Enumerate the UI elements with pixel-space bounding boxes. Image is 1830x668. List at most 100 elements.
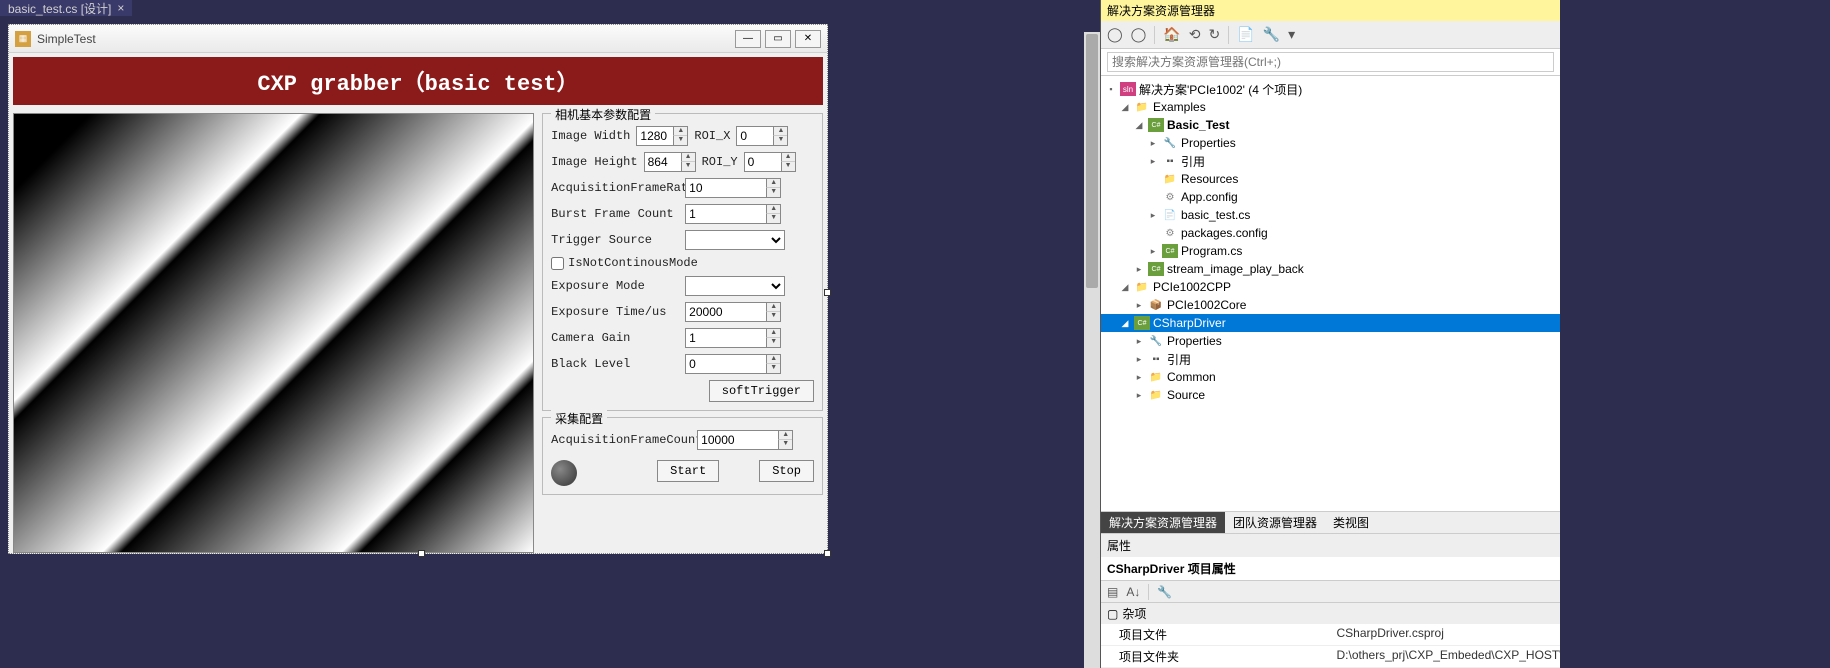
categorize-icon[interactable]: ▤ <box>1107 585 1118 599</box>
input-image-width[interactable] <box>637 129 673 143</box>
spinner-image-width[interactable]: ▲▼ <box>636 126 688 146</box>
home-icon[interactable]: 🏠 <box>1163 26 1180 43</box>
spinner-exposure-time[interactable]: ▲▼ <box>685 302 781 322</box>
tree-solution-root[interactable]: ▪sln解决方案'PCIe1002' (4 个项目) <box>1101 80 1560 98</box>
spin-down-icon[interactable]: ▼ <box>681 162 695 171</box>
tree-folder-examples[interactable]: ◢📁Examples <box>1101 98 1560 116</box>
minimize-button[interactable]: — <box>735 30 761 48</box>
input-burst[interactable] <box>686 207 766 221</box>
tree-project-pcie-core[interactable]: ▸📦PCIe1002Core <box>1101 296 1560 314</box>
properties-icon[interactable]: 🔧 <box>1263 26 1280 43</box>
spinner-roi-y[interactable]: ▲▼ <box>744 152 796 172</box>
spin-up-icon[interactable]: ▲ <box>766 205 780 214</box>
refresh-icon[interactable]: ↻ <box>1209 26 1221 43</box>
spinner-acq-framerate[interactable]: ▲▼ <box>685 178 781 198</box>
forward-icon[interactable]: ◯ <box>1131 26 1147 43</box>
spin-down-icon[interactable]: ▼ <box>778 440 792 449</box>
resize-handle[interactable] <box>824 550 831 557</box>
combo-exposure-mode[interactable] <box>685 276 785 296</box>
tree-file-app-config[interactable]: ⚙App.config <box>1101 188 1560 206</box>
tree-file-packages-config[interactable]: ⚙packages.config <box>1101 224 1560 242</box>
input-roi-y[interactable] <box>745 155 781 169</box>
spinner-camera-gain[interactable]: ▲▼ <box>685 328 781 348</box>
tree-file-program-cs[interactable]: ▸C#Program.cs <box>1101 242 1560 260</box>
start-button[interactable]: Start <box>657 460 719 482</box>
spin-down-icon[interactable]: ▼ <box>766 214 780 223</box>
tree-folder-resources[interactable]: 📁Resources <box>1101 170 1560 188</box>
preview-icon[interactable]: ▾ <box>1288 26 1295 43</box>
tree-references[interactable]: ▸▪▪引用 <box>1101 350 1560 368</box>
spin-up-icon[interactable]: ▲ <box>766 355 780 364</box>
spin-down-icon[interactable]: ▼ <box>766 364 780 373</box>
input-image-height[interactable] <box>645 155 681 169</box>
tree-project-stream-playback[interactable]: ▸C#stream_image_play_back <box>1101 260 1560 278</box>
resize-handle[interactable] <box>824 289 831 296</box>
input-camera-gain[interactable] <box>686 331 766 345</box>
alphabetical-icon[interactable]: A↓ <box>1126 585 1140 599</box>
checkbox-input[interactable] <box>551 257 564 270</box>
designer-surface[interactable]: ▦ SimpleTest — ▭ ✕ CXP grabber（basic tes… <box>0 16 1100 562</box>
search-input[interactable] <box>1107 52 1554 72</box>
checkbox-not-continuous[interactable]: IsNotContinousMode <box>551 256 814 270</box>
solution-search[interactable] <box>1101 49 1560 76</box>
tree-project-basic-test[interactable]: ◢C#Basic_Test <box>1101 116 1560 134</box>
spin-down-icon[interactable]: ▼ <box>766 188 780 197</box>
tab-solution-explorer[interactable]: 解决方案资源管理器 <box>1101 512 1225 533</box>
spin-down-icon[interactable]: ▼ <box>781 162 795 171</box>
spin-up-icon[interactable]: ▲ <box>766 329 780 338</box>
tree-references[interactable]: ▸▪▪引用 <box>1101 152 1560 170</box>
header-banner: CXP grabber（basic test） <box>13 57 823 105</box>
resize-handle[interactable] <box>418 550 425 557</box>
collapse-icon[interactable]: ⟲ <box>1189 26 1201 43</box>
input-frame-counts[interactable] <box>698 433 778 447</box>
spinner-roi-x[interactable]: ▲▼ <box>736 126 788 146</box>
input-exposure-time[interactable] <box>686 305 766 319</box>
property-row[interactable]: 项目文件 CSharpDriver.csproj <box>1101 624 1560 646</box>
spin-up-icon[interactable]: ▲ <box>766 303 780 312</box>
tab-close-icon[interactable]: × <box>117 1 124 15</box>
vertical-scrollbar[interactable] <box>1084 32 1100 668</box>
label-exposure-time: Exposure Time/us <box>551 305 679 319</box>
spin-up-icon[interactable]: ▲ <box>778 431 792 440</box>
soft-trigger-button[interactable]: softTrigger <box>709 380 814 402</box>
tree-folder-source[interactable]: ▸📁Source <box>1101 386 1560 404</box>
stop-button[interactable]: Stop <box>759 460 814 482</box>
spin-down-icon[interactable]: ▼ <box>766 338 780 347</box>
input-black-level[interactable] <box>686 357 766 371</box>
tree-properties[interactable]: ▸🔧Properties <box>1101 134 1560 152</box>
spin-up-icon[interactable]: ▲ <box>766 179 780 188</box>
spin-down-icon[interactable]: ▼ <box>766 312 780 321</box>
maximize-button[interactable]: ▭ <box>765 30 791 48</box>
solution-tree[interactable]: ▪sln解决方案'PCIe1002' (4 个项目) ◢📁Examples ◢C… <box>1101 76 1560 511</box>
tree-properties[interactable]: ▸🔧Properties <box>1101 332 1560 350</box>
back-icon[interactable]: ◯ <box>1107 26 1123 43</box>
combo-trigger-source[interactable] <box>685 230 785 250</box>
tab-basic-test-designer[interactable]: basic_test.cs [设计] × <box>0 0 132 16</box>
tree-project-csharp-driver[interactable]: ◢C#CSharpDriver <box>1101 314 1560 332</box>
tab-class-view[interactable]: 类视图 <box>1325 512 1377 533</box>
collapse-icon[interactable]: ▢ <box>1107 607 1118 621</box>
spinner-black-level[interactable]: ▲▼ <box>685 354 781 374</box>
form-simpletest[interactable]: ▦ SimpleTest — ▭ ✕ CXP grabber（basic tes… <box>8 24 828 554</box>
spinner-image-height[interactable]: ▲▼ <box>644 152 696 172</box>
tree-folder-common[interactable]: ▸📁Common <box>1101 368 1560 386</box>
input-roi-x[interactable] <box>737 129 773 143</box>
property-row[interactable]: 项目文件夹 D:\others_prj\CXP_Embeded\CXP_HOST… <box>1101 646 1560 668</box>
spinner-burst[interactable]: ▲▼ <box>685 204 781 224</box>
spin-up-icon[interactable]: ▲ <box>681 153 695 162</box>
tab-team-explorer[interactable]: 团队资源管理器 <box>1225 512 1325 533</box>
spin-up-icon[interactable]: ▲ <box>773 127 787 136</box>
spinner-frame-counts[interactable]: ▲▼ <box>697 430 793 450</box>
show-all-icon[interactable]: 📄 <box>1237 26 1254 43</box>
spin-down-icon[interactable]: ▼ <box>773 136 787 145</box>
scrollbar-thumb[interactable] <box>1086 34 1098 288</box>
input-acq-framerate[interactable] <box>686 181 766 195</box>
tree-file-basic-test-cs[interactable]: ▸📄basic_test.cs <box>1101 206 1560 224</box>
events-icon[interactable]: 🔧 <box>1157 585 1172 599</box>
properties-category[interactable]: ▢杂项 <box>1101 603 1560 624</box>
spin-down-icon[interactable]: ▼ <box>673 136 687 145</box>
spin-up-icon[interactable]: ▲ <box>781 153 795 162</box>
close-button[interactable]: ✕ <box>795 30 821 48</box>
tree-project-pcie-cpp[interactable]: ◢📁PCIe1002CPP <box>1101 278 1560 296</box>
spin-up-icon[interactable]: ▲ <box>673 127 687 136</box>
